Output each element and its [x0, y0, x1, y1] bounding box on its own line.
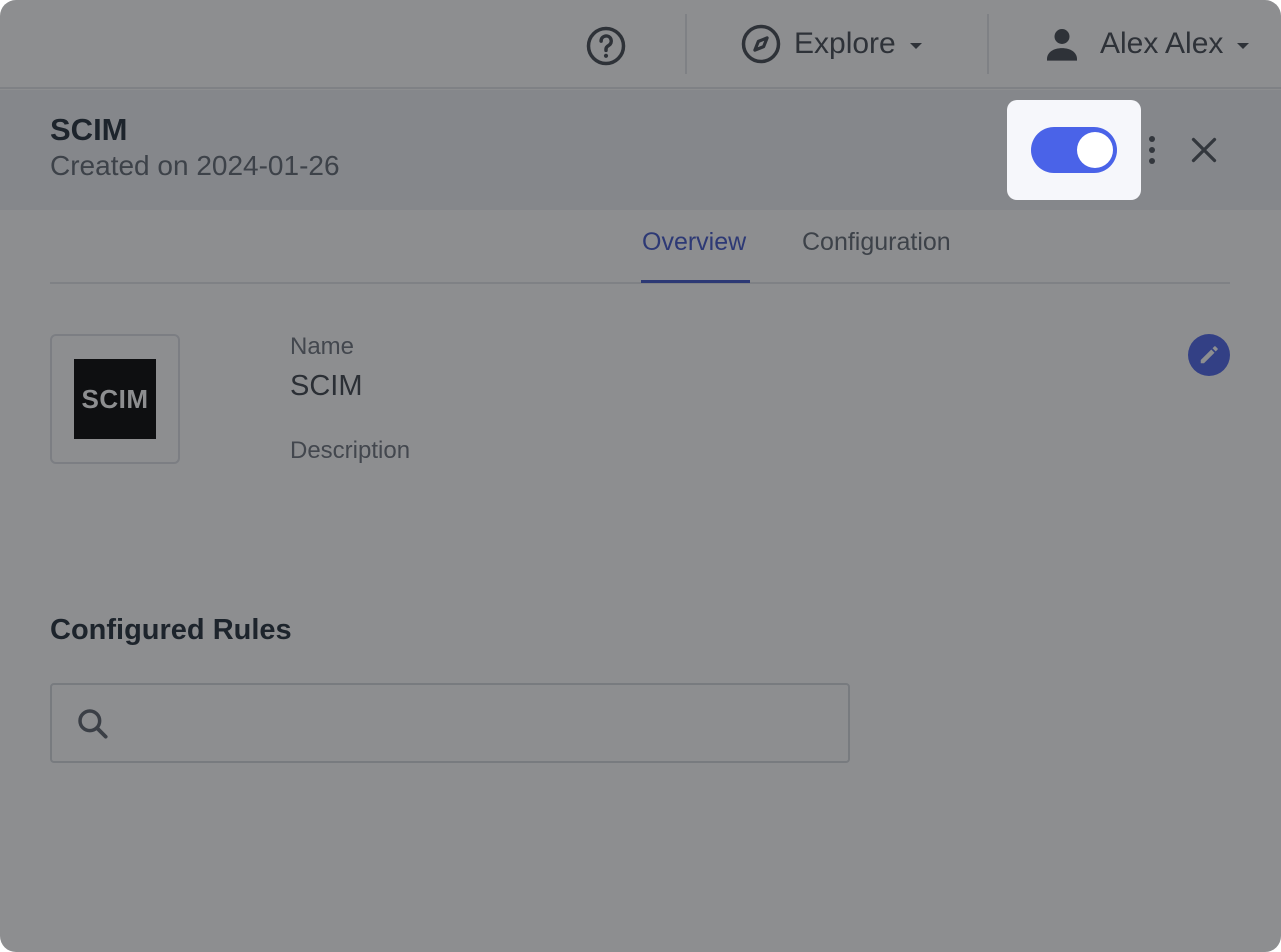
search-icon [78, 709, 108, 739]
description-label: Description [290, 437, 411, 464]
app-frame: Explore Alex Alex SCIM Created on 2024-0… [0, 0, 1281, 952]
user-menu-button[interactable]: Alex Alex [1042, 20, 1250, 68]
enable-toggle[interactable] [1031, 127, 1117, 173]
tab-configuration[interactable]: Configuration [802, 228, 951, 257]
compass-icon [741, 24, 781, 64]
integration-logo: SCIM [50, 334, 180, 464]
user-name-label: Alex Alex [1100, 27, 1224, 60]
active-tab-indicator [641, 280, 750, 283]
kebab-dot-icon [1149, 136, 1155, 142]
created-date: Created on 2024-01-26 [50, 150, 340, 181]
person-icon [1047, 29, 1077, 61]
name-value: SCIM [290, 370, 363, 402]
scim-logo: SCIM [74, 359, 156, 439]
toggle-knob [1077, 132, 1113, 168]
top-bar: Explore Alex Alex [0, 0, 1281, 89]
explore-label: Explore [794, 27, 896, 60]
tab-overview[interactable]: Overview [642, 228, 746, 257]
topbar-divider [685, 14, 687, 74]
help-circle-icon [586, 26, 626, 66]
explore-menu-button[interactable]: Explore [740, 20, 922, 68]
toggle-highlight [1007, 100, 1141, 200]
help-button[interactable] [584, 24, 628, 68]
rules-search-input[interactable] [132, 699, 832, 749]
kebab-dot-icon [1149, 147, 1155, 153]
page-title: SCIM [50, 112, 128, 147]
edit-button[interactable] [1188, 334, 1230, 376]
tabs-divider [50, 282, 1230, 284]
pencil-icon [1200, 346, 1218, 364]
chevron-down-icon [1237, 43, 1250, 49]
chevron-down-icon [909, 43, 922, 49]
more-options-button[interactable] [1140, 132, 1164, 168]
topbar-divider [987, 14, 989, 74]
rules-search-field[interactable] [50, 683, 850, 763]
configured-rules-title: Configured Rules [50, 614, 292, 646]
close-button[interactable] [1186, 132, 1222, 168]
close-icon [1191, 137, 1217, 163]
kebab-dot-icon [1149, 158, 1155, 164]
name-label: Name [290, 333, 355, 360]
